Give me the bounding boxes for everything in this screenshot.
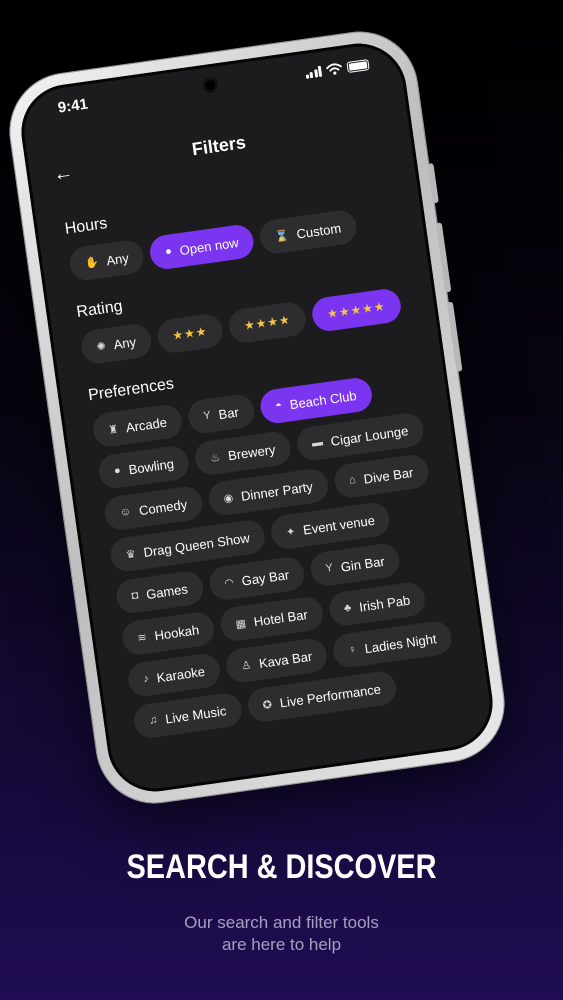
chip-icon: ▬: [311, 436, 324, 450]
chip-label: Games: [145, 580, 189, 602]
chip-label: Arcade: [124, 414, 168, 435]
battery-icon: [346, 58, 370, 73]
chip-icon: ≋: [136, 631, 148, 645]
chip-label: Irish Pab: [358, 592, 412, 615]
chip-label: Hookah: [153, 621, 200, 643]
chip-icon: ◘: [130, 589, 140, 603]
chip-icon: ⌛: [274, 229, 290, 244]
subcaption-line: are here to help: [221, 935, 342, 954]
filter-chip[interactable]: ✦ Event venue: [268, 500, 392, 551]
filter-chip[interactable]: ★★★★★: [310, 287, 403, 334]
chip-label: Dive Bar: [362, 464, 415, 487]
chip-icon: ♨: [209, 451, 222, 465]
chip-icon: ◓: [274, 399, 283, 413]
chip-label: Open now: [178, 234, 240, 258]
filter-chip[interactable]: ⌂ Dive Bar: [332, 452, 431, 500]
chip-icon: ♣: [343, 601, 353, 615]
chip-label: Custom: [295, 220, 342, 242]
chip-label: Kava Bar: [257, 648, 314, 671]
chip-label: Beach Club: [288, 387, 358, 412]
chip-icon: ▦: [234, 617, 247, 631]
filter-chip[interactable]: ⌛ Custom: [257, 208, 359, 256]
promo-subcaption: Our search and filter tools are here to …: [0, 912, 563, 956]
chip-group: ♜ Arcade Y Bar ◓ Beach Club ● Bowling ♨ Brewery ▬ C…: [91, 368, 473, 740]
chip-label: Bar: [217, 404, 240, 422]
chip-label: Live Music: [164, 702, 228, 727]
chip-label: Live Performance: [278, 680, 382, 711]
filter-chip[interactable]: ◓ Beach Club: [258, 376, 374, 426]
filter-chip[interactable]: ◠ Gay Bar: [207, 555, 307, 603]
chip-label: Cigar Lounge: [329, 422, 410, 449]
filter-chip[interactable]: ▦ Hotel Bar: [218, 594, 325, 643]
star-rating-icon: ★★★: [171, 324, 209, 343]
chip-icon: ✋: [84, 256, 100, 270]
chip-icon: ☺: [119, 505, 132, 519]
chip-label: Drag Queen Show: [142, 529, 251, 560]
filter-chip[interactable]: ♙ Kava Bar: [224, 636, 330, 685]
filter-chip[interactable]: ♜ Arcade: [91, 402, 184, 449]
chip-icon: ♛: [125, 547, 137, 562]
chip-label: Event venue: [302, 512, 376, 538]
filters-content: Hours ✋ Any ● Open now ⌛ Custom Rating ✺ Any ★★★ ★★…: [64, 174, 477, 762]
filter-chip[interactable]: ✺ Any: [79, 322, 154, 366]
chip-label: Any: [105, 249, 130, 268]
chip-label: Dinner Party: [239, 478, 314, 504]
filter-chip[interactable]: ★★★★: [226, 300, 308, 345]
filter-chip[interactable]: ♣ Irish Pab: [326, 580, 428, 628]
chip-icon: ♪: [142, 672, 150, 686]
filter-chip[interactable]: ♫ Live Music: [131, 691, 244, 740]
subcaption-line: Our search and filter tools: [184, 913, 379, 932]
chip-icon: ✺: [95, 339, 107, 354]
star-rating-icon: ★★★★: [243, 312, 292, 333]
chip-label: Gay Bar: [240, 566, 291, 589]
filter-chip[interactable]: ≋ Hookah: [120, 610, 217, 657]
chip-label: Gin Bar: [339, 553, 386, 575]
chip-icon: ●: [164, 245, 173, 259]
header: ← Filters: [25, 107, 413, 191]
status-icons: [304, 58, 370, 79]
wifi-icon: [326, 63, 342, 75]
chip-icon: Y: [202, 409, 212, 423]
promo-caption: SEARCH & DISCOVER: [126, 848, 437, 886]
chip-label: Ladies Night: [363, 630, 438, 656]
chip-label: Hotel Bar: [252, 606, 309, 629]
chip-icon: Y: [324, 561, 334, 575]
filter-chip[interactable]: ☺ Comedy: [102, 484, 205, 532]
filter-chip[interactable]: ✋ Any: [67, 238, 146, 283]
filter-chip[interactable]: ♪ Karaoke: [126, 651, 222, 699]
chip-icon: ⌂: [348, 473, 357, 487]
filter-chip[interactable]: Y Gin Bar: [308, 541, 402, 588]
chip-icon: ◉: [222, 491, 235, 505]
filter-chip[interactable]: ● Open now: [147, 222, 256, 272]
chip-icon: ♜: [107, 422, 119, 437]
chip-icon: ●: [113, 464, 122, 478]
chip-label: Karaoke: [155, 663, 206, 685]
chip-icon: ◠: [223, 576, 235, 590]
filter-chip[interactable]: ◉ Dinner Party: [206, 467, 330, 518]
chip-label: Comedy: [137, 496, 188, 518]
chip-icon: ♀: [347, 643, 358, 657]
filter-chip[interactable]: ♨ Brewery: [193, 429, 293, 477]
chip-icon: ✪: [261, 698, 273, 712]
chip-label: Brewery: [227, 441, 277, 463]
filter-chip[interactable]: ♀ Ladies Night: [331, 619, 454, 670]
chip-icon: ♫: [148, 713, 159, 727]
phone-mockup: 9:41 ← Filters Hours ✋ Any ● Open now ⌛ Custom…: [2, 25, 512, 810]
chip-label: Bowling: [127, 455, 175, 477]
filter-chip[interactable]: ● Bowling: [96, 444, 191, 491]
status-time: 9:41: [56, 95, 89, 117]
filter-chip[interactable]: Y Bar: [186, 392, 256, 436]
chip-label: Any: [112, 333, 137, 352]
page-title: Filters: [190, 132, 247, 160]
filter-chip[interactable]: ★★★: [155, 312, 225, 355]
signal-icon: [304, 65, 323, 79]
star-rating-icon: ★★★★★: [326, 299, 387, 322]
filter-chip[interactable]: ◘ Games: [114, 569, 205, 616]
chip-icon: ✦: [285, 525, 297, 539]
chip-icon: ♙: [240, 658, 252, 673]
